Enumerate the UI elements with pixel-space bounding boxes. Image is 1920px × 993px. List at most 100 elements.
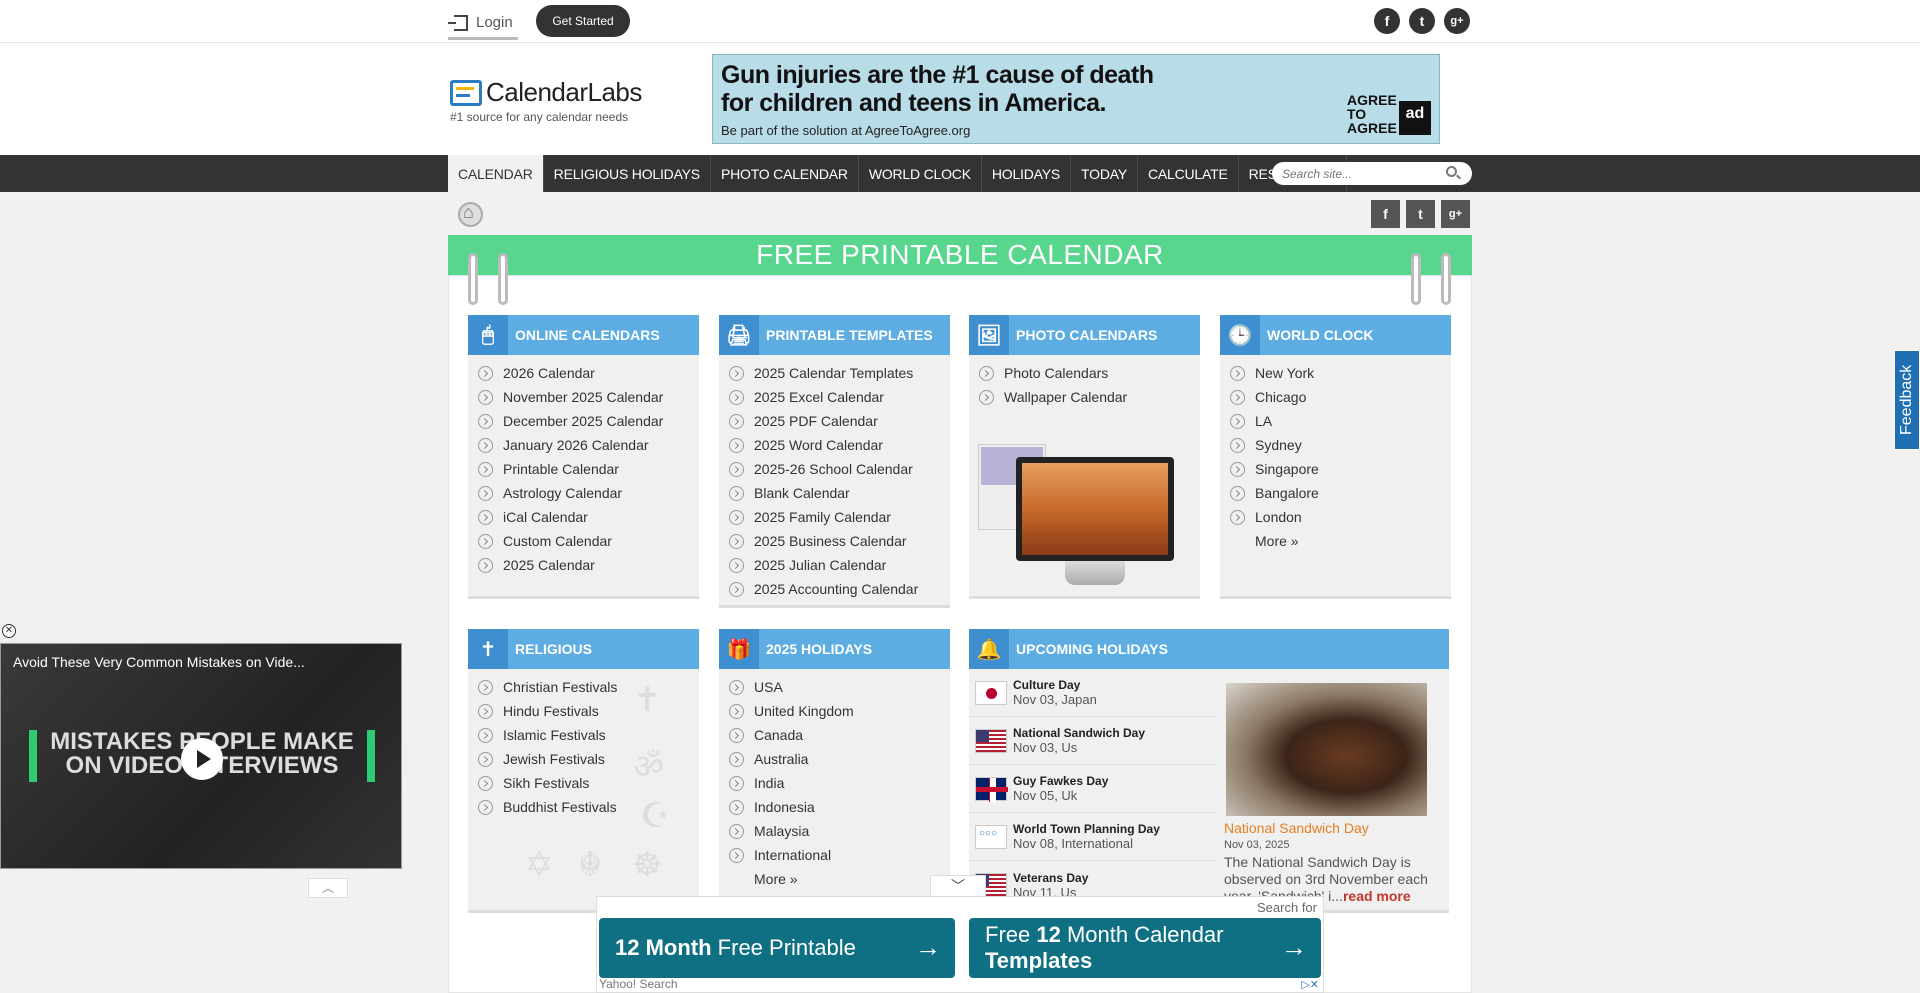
- ad-12-month-templates-button[interactable]: Free 12 Month Calendar Templates →: [969, 918, 1321, 978]
- chevron-circle-icon: [729, 679, 744, 695]
- list-item[interactable]: iCal Calendar: [478, 505, 699, 529]
- nav-today[interactable]: TODAY: [1071, 155, 1138, 192]
- header-ad-banner[interactable]: Gun injuries are the #1 cause of death f…: [712, 54, 1440, 144]
- more-link[interactable]: More »: [729, 867, 950, 891]
- list-item[interactable]: December 2025 Calendar: [478, 409, 699, 433]
- nav-calculate[interactable]: CALCULATE: [1138, 155, 1239, 192]
- sandwich-image[interactable]: [1226, 683, 1427, 816]
- monitor-wallpaper-image[interactable]: [1016, 457, 1174, 561]
- binder-ring: [1411, 253, 1421, 305]
- list-item[interactable]: November 2025 Calendar: [478, 385, 699, 409]
- facebook-icon[interactable]: f: [1374, 8, 1400, 34]
- nav-holidays[interactable]: HOLIDAYS: [982, 155, 1072, 192]
- card-title[interactable]: RELIGIOUS: [515, 641, 592, 657]
- list-item[interactable]: Jewish Festivals: [478, 747, 699, 771]
- list-item[interactable]: Chicago: [1230, 385, 1451, 409]
- list-item[interactable]: 2025-26 School Calendar: [729, 457, 950, 481]
- list-item[interactable]: Blank Calendar: [729, 481, 950, 505]
- list-item[interactable]: Christian Festivals: [478, 675, 699, 699]
- card-title[interactable]: ONLINE CALENDARS: [515, 327, 660, 343]
- facebook-square-icon[interactable]: f: [1371, 200, 1400, 228]
- get-started-button[interactable]: Get Started: [536, 5, 630, 37]
- list-item[interactable]: LA: [1230, 409, 1451, 433]
- home-icon[interactable]: [458, 202, 483, 227]
- main-nav: CALENDAR RELIGIOUS HOLIDAYS PHOTO CALEND…: [0, 155, 1920, 192]
- list-item[interactable]: Australia: [729, 747, 950, 771]
- list-item[interactable]: New York: [1230, 361, 1451, 385]
- more-link[interactable]: More »: [1230, 529, 1451, 553]
- chevron-circle-icon: [478, 799, 493, 815]
- list-item[interactable]: Bangalore: [1230, 481, 1451, 505]
- chevron-circle-icon: [1230, 461, 1245, 477]
- play-icon[interactable]: [181, 738, 223, 780]
- nav-world-clock[interactable]: WORLD CLOCK: [859, 155, 982, 192]
- site-logo[interactable]: CalendarLabs #1 source for any calendar …: [450, 77, 642, 124]
- list-item[interactable]: January 2026 Calendar: [478, 433, 699, 457]
- chevron-circle-icon: [729, 751, 744, 767]
- list-item[interactable]: Islamic Festivals: [478, 723, 699, 747]
- floating-video-player[interactable]: Avoid These Very Common Mistakes on Vide…: [0, 643, 402, 869]
- close-video-icon[interactable]: ✕: [2, 624, 16, 638]
- adchoices-icon[interactable]: ▷✕: [1301, 978, 1319, 991]
- list-item[interactable]: 2025 Family Calendar: [729, 505, 950, 529]
- holiday-row[interactable]: National Sandwich Day Nov 03, Us: [969, 717, 1214, 765]
- list-item[interactable]: 2025 Word Calendar: [729, 433, 950, 457]
- chevron-circle-icon: [979, 365, 994, 381]
- twitter-square-icon[interactable]: t: [1406, 200, 1435, 228]
- list-item[interactable]: 2025 PDF Calendar: [729, 409, 950, 433]
- google-plus-square-icon[interactable]: g+: [1441, 200, 1470, 228]
- list-item[interactable]: Custom Calendar: [478, 529, 699, 553]
- list-item[interactable]: International: [729, 843, 950, 867]
- list-item[interactable]: 2025 Calendar Templates: [729, 361, 950, 385]
- card-title[interactable]: 2025 HOLIDAYS: [766, 641, 872, 657]
- list-item[interactable]: 2025 Business Calendar: [729, 529, 950, 553]
- image-icon: 🖼: [969, 315, 1009, 355]
- list-item[interactable]: 2025 Julian Calendar: [729, 553, 950, 577]
- list-item[interactable]: London: [1230, 505, 1451, 529]
- list-item[interactable]: Printable Calendar: [478, 457, 699, 481]
- login-link[interactable]: Login: [448, 8, 518, 40]
- card-title[interactable]: WORLD CLOCK: [1267, 327, 1374, 343]
- chevron-circle-icon: [729, 557, 744, 573]
- google-plus-icon[interactable]: g+: [1444, 8, 1470, 34]
- nav-photo-calendar[interactable]: PHOTO CALENDAR: [711, 155, 859, 192]
- list-item[interactable]: 2026 Calendar: [478, 361, 699, 385]
- read-more-link[interactable]: read more: [1343, 888, 1411, 904]
- list-item[interactable]: USA: [729, 675, 950, 699]
- list-item[interactable]: Sydney: [1230, 433, 1451, 457]
- search-input[interactable]: [1272, 162, 1472, 185]
- chevron-down-icon[interactable]: ﹀: [930, 875, 986, 897]
- list-item[interactable]: Wallpaper Calendar: [979, 385, 1200, 409]
- list-item[interactable]: Singapore: [1230, 457, 1451, 481]
- featured-holiday-title[interactable]: National Sandwich Day: [1224, 820, 1369, 836]
- list-item[interactable]: Astrology Calendar: [478, 481, 699, 505]
- feedback-tab[interactable]: Feedback: [1894, 350, 1920, 450]
- holiday-row[interactable]: Culture Day Nov 03, Japan: [969, 669, 1214, 717]
- ad-search-for: Search for: [1257, 900, 1317, 915]
- nav-religious-holidays[interactable]: RELIGIOUS HOLIDAYS: [544, 155, 711, 192]
- list-item[interactable]: 2025 Excel Calendar: [729, 385, 950, 409]
- search-icon[interactable]: [1446, 166, 1457, 177]
- twitter-icon[interactable]: t: [1409, 8, 1435, 34]
- list-item[interactable]: United Kingdom: [729, 699, 950, 723]
- holiday-row[interactable]: World Town Planning DayNov 08, Internati…: [969, 813, 1214, 861]
- nav-calendar[interactable]: CALENDAR: [448, 155, 544, 192]
- list-item[interactable]: Hindu Festivals: [478, 699, 699, 723]
- yahoo-search-label: Yahoo! Search: [599, 977, 678, 991]
- card-title[interactable]: UPCOMING HOLIDAYS: [1016, 641, 1168, 657]
- list-item[interactable]: Photo Calendars: [979, 361, 1200, 385]
- list-item[interactable]: Sikh Festivals: [478, 771, 699, 795]
- online-calendars-card: 🖱 ONLINE CALENDARS 2026 Calendar November…: [468, 315, 699, 599]
- binder-ring: [468, 253, 478, 305]
- card-title[interactable]: PHOTO CALENDARS: [1016, 327, 1157, 343]
- list-item[interactable]: 2025 Accounting Calendar: [729, 577, 950, 601]
- list-item[interactable]: Indonesia: [729, 795, 950, 819]
- card-title[interactable]: PRINTABLE TEMPLATES: [766, 327, 933, 343]
- list-item[interactable]: 2025 Calendar: [478, 553, 699, 577]
- list-item[interactable]: Canada: [729, 723, 950, 747]
- ad-12-month-printable-button[interactable]: 12 Month Free Printable →: [599, 918, 955, 978]
- list-item[interactable]: Malaysia: [729, 819, 950, 843]
- chevron-up-icon[interactable]: ︿: [308, 878, 348, 898]
- holiday-row[interactable]: Guy Fawkes Day Nov 05, Uk: [969, 765, 1214, 813]
- list-item[interactable]: India: [729, 771, 950, 795]
